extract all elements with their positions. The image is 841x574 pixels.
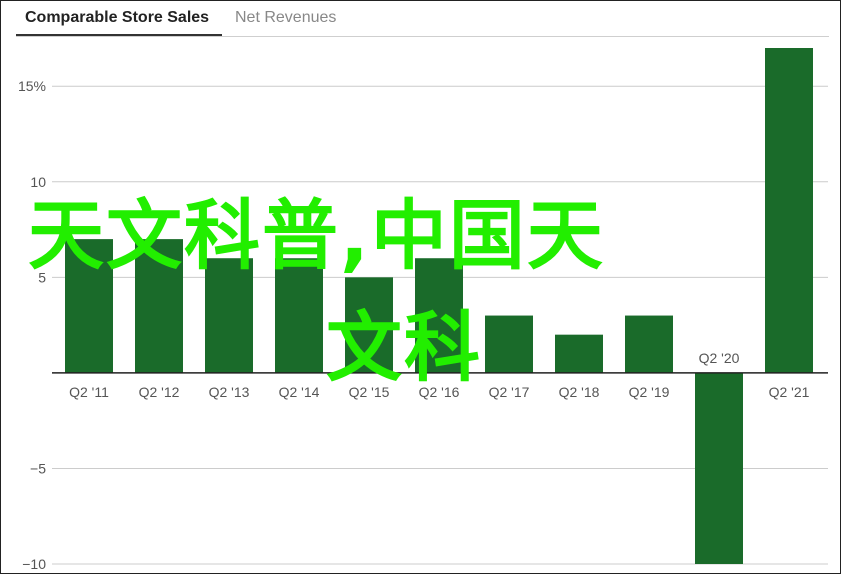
bar-q219 xyxy=(625,315,673,373)
x-tick-label: Q2 '14 xyxy=(279,384,320,400)
x-tick-label: Q2 '15 xyxy=(349,384,390,400)
y-tick-label: 5 xyxy=(38,269,46,285)
x-tick-label: Q2 '17 xyxy=(489,384,530,400)
bar-q221 xyxy=(765,48,813,373)
x-tick-label: Q2 '21 xyxy=(769,384,810,400)
bar-q220 xyxy=(695,372,743,564)
x-tick-label: Q2 '12 xyxy=(139,384,180,400)
bar-q217 xyxy=(485,315,533,373)
x-tick-label: Q2 '20 xyxy=(699,350,740,366)
y-tick-label: −10 xyxy=(22,556,46,572)
x-tick-label: Q2 '19 xyxy=(629,384,670,400)
y-tick-label: 10 xyxy=(30,174,46,190)
bar-q218 xyxy=(555,334,603,373)
bar-q213 xyxy=(205,258,253,373)
x-tick-label: Q2 '16 xyxy=(419,384,460,400)
x-tick-label: Q2 '18 xyxy=(559,384,600,400)
bar-q211 xyxy=(65,239,113,373)
bar-q212 xyxy=(135,239,183,373)
bar-q216 xyxy=(415,258,463,373)
bar-chart: −10 −5 5 10 15% Q2 '11 Q2 '12 Q2 '13 Q2 '14 Q2 '1… xyxy=(18,48,828,572)
x-tick-label: Q2 '13 xyxy=(209,384,250,400)
bar-q215 xyxy=(345,277,393,373)
x-tick-label: Q2 '11 xyxy=(69,384,109,400)
y-tick-label: −5 xyxy=(30,460,46,476)
bar-q214 xyxy=(275,258,323,373)
y-tick-label: 15% xyxy=(18,78,46,94)
